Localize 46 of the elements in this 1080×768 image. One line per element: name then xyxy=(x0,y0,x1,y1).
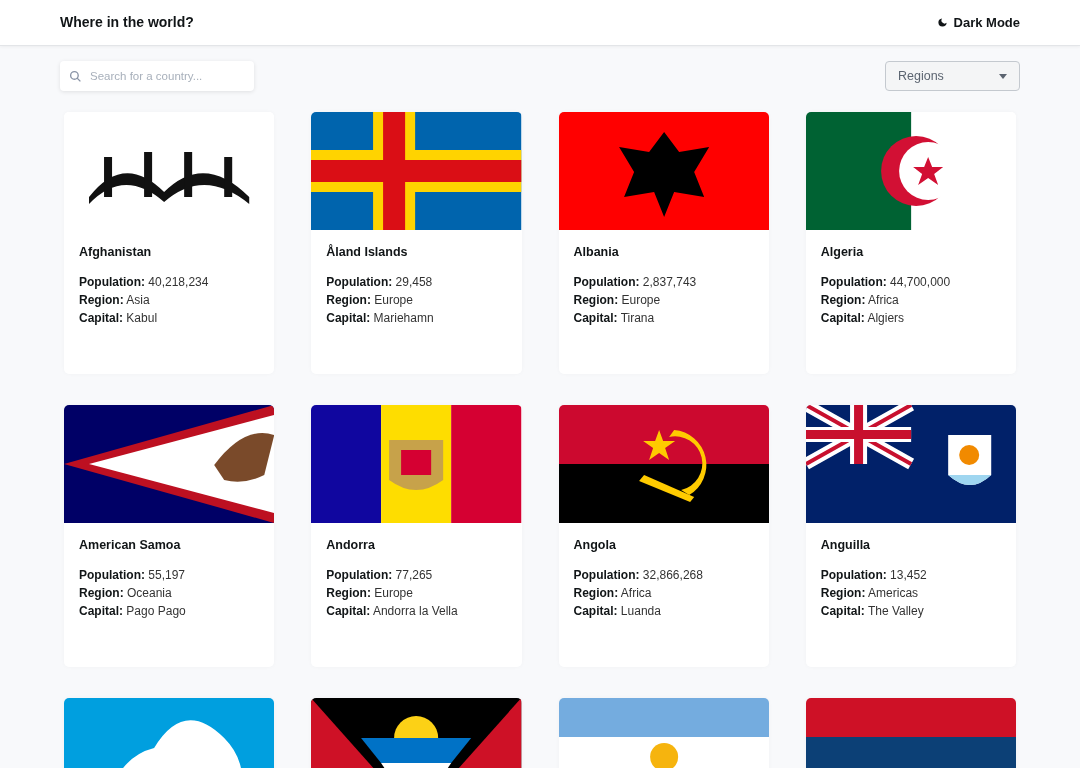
country-detail: Region: Africa xyxy=(573,584,653,602)
country-card[interactable]: Anguilla Population: 13,452 Region: Americas Capital: The Valley xyxy=(805,405,1016,667)
country-card[interactable]: Angola Population: 32,866,268 Region: Africa Capital: Luanda xyxy=(558,405,769,667)
country-detail: Population: 29,458 xyxy=(326,273,434,291)
country-detail: Capital: Mariehamn xyxy=(326,309,435,327)
dark-mode-toggle[interactable]: Dark Mode xyxy=(936,12,1020,33)
country-detail: Region: Africa xyxy=(820,291,900,309)
country-name: American Samoa xyxy=(79,537,182,554)
country-detail: Population: 2,837,743 xyxy=(573,273,698,291)
country-detail: Population: 40,218,234 xyxy=(79,273,210,291)
search-icon xyxy=(69,70,82,83)
country-detail: Region: Europe xyxy=(326,291,414,309)
country-detail: Capital: The Valley xyxy=(820,602,925,620)
country-detail: Population: 32,866,268 xyxy=(573,566,704,584)
country-card[interactable]: Algeria Population: 44,700,000 Region: Africa Capital: Algiers xyxy=(805,112,1016,374)
country-detail: Region: Asia xyxy=(79,291,151,309)
country-card[interactable]: Andorra Population: 77,265 Region: Europe Capital: Andorra la Vella xyxy=(311,405,522,667)
country-name: Andorra xyxy=(326,537,376,554)
country-detail: Capital: Algiers xyxy=(820,309,906,327)
country-name: Albania xyxy=(573,244,620,261)
country-detail: Population: 55,197 xyxy=(79,566,187,584)
country-name: Algeria xyxy=(820,244,865,261)
country-detail: Population: 44,700,000 xyxy=(820,273,952,291)
country-detail: Region: Oceania xyxy=(79,584,173,602)
country-name: Anguilla xyxy=(820,537,872,554)
country-name: Afghanistan xyxy=(79,244,153,261)
moon-icon xyxy=(936,17,948,28)
search-field[interactable]: Search for a country... xyxy=(60,61,254,91)
country-detail: Capital: Kabul xyxy=(79,309,159,327)
region-dropdown[interactable]: Regions xyxy=(885,61,1020,91)
country-detail: Population: 77,265 xyxy=(326,566,434,584)
country-card[interactable]: American Samoa Population: 55,197 Region: Oceania Capital: Pago Pago xyxy=(64,405,275,667)
country-name: Angola xyxy=(573,537,617,554)
country-detail: Region: Americas xyxy=(820,584,920,602)
caret-icon xyxy=(999,73,1007,79)
country-name: Åland Islands xyxy=(326,243,409,261)
country-detail: Capital: Tirana xyxy=(573,309,656,327)
country-detail: Region: Europe xyxy=(326,584,414,602)
app-title: Where in the world? xyxy=(60,13,194,32)
country-detail: Capital: Pago Pago xyxy=(79,602,187,620)
country-detail: Region: Europe xyxy=(573,291,662,309)
country-detail: Population: 13,452 xyxy=(820,566,928,584)
country-card[interactable]: Albania Population: 2,837,743 Region: Europe Capital: Tirana xyxy=(558,112,769,374)
country-card[interactable]: Åland Islands Population: 29,458 Region: Europe Capital: Mariehamn xyxy=(311,112,522,374)
country-detail: Capital: Andorra la Vella xyxy=(326,602,459,620)
country-detail: Capital: Luanda xyxy=(573,602,662,620)
